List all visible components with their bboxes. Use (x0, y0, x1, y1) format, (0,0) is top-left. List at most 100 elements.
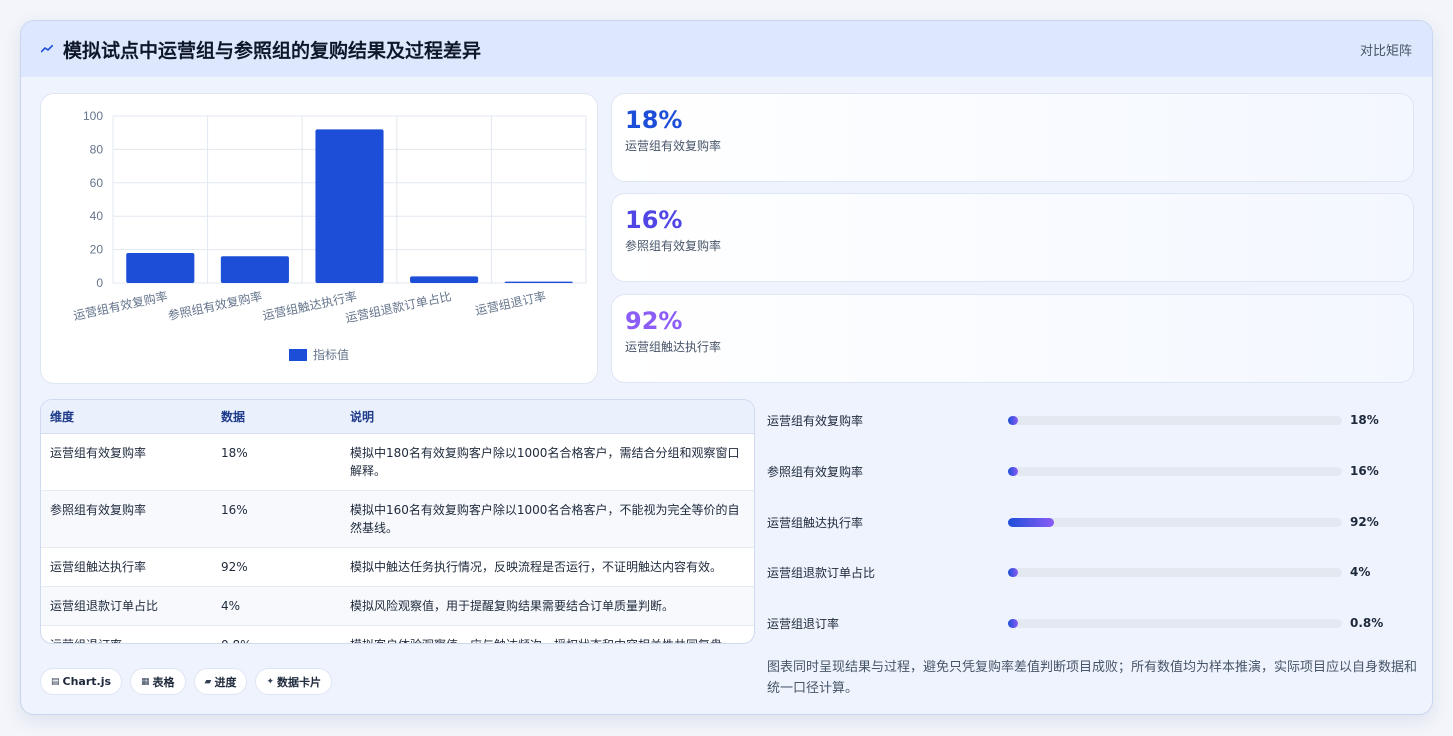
legend-label: 指标值 (313, 347, 349, 362)
chart-icon: ▤ (51, 676, 60, 687)
table-header: 维度 (41, 400, 212, 434)
page-title: 模拟试点中运营组与参照组的复购结果及过程差异 (63, 39, 482, 62)
table-row: 运营组有效复购率 18% 模拟中180名有效复购客户除以1000名合格客户，需结… (41, 433, 754, 491)
title-wrap: 模拟试点中运营组与参照组的复购结果及过程差异 (40, 36, 482, 63)
tag-progress[interactable]: ▰ 进度 (193, 668, 248, 695)
stat-card-ops-reach: 92% 运营组触达执行率 (611, 294, 1414, 383)
progress-fill (1008, 415, 1019, 425)
table-row: 运营组退订率 0.8% 模拟客户体验观察值，应与触达频次、授权状态和内容相关性共… (41, 625, 754, 644)
bar-chart-card: 0 20 40 60 80 100 运营组有效复购率 参照组有效复购率 运营组触达执行率 运营组退… (40, 93, 598, 384)
progress-value: 16% (1350, 464, 1379, 478)
stat-card-ref-repurchase: 16% 参照组有效复购率 (611, 193, 1414, 282)
progress-label: 运营组触达执行率 (767, 515, 864, 530)
table-cell: 模拟风险观察值，用于提醒复购结果需要结合订单质量判断。 (341, 586, 754, 626)
table-row: 参照组有效复购率 16% 模拟中160名有效复购客户除以1000名合格客户，不能… (41, 490, 754, 548)
progress-value: 92% (1350, 515, 1379, 529)
matrix-label[interactable]: 对比矩阵 (1360, 40, 1412, 59)
stat-card-ops-repurchase: 18% 运营组有效复购率 (611, 93, 1414, 182)
table-cell: 模拟中160名有效复购客户除以1000名合格客户，不能视为完全等价的自然基线。 (341, 490, 754, 548)
y-tick-label: 40 (90, 209, 104, 223)
table-cell: 参照组有效复购率 (41, 490, 212, 548)
tag-list: ▤ Chart.js ▦ 表格 ▰ 进度 ✦ 数据卡片 (40, 668, 333, 695)
progress-fill (1008, 517, 1055, 527)
progress-track (1008, 415, 1342, 425)
stat-label: 参照组有效复购率 (625, 239, 722, 253)
progress-fill (1008, 466, 1019, 476)
x-tick-label: 运营组退款订单占比 (344, 288, 453, 325)
tag-chartjs[interactable]: ▤ Chart.js (40, 668, 123, 695)
table-header: 说明 (341, 400, 754, 434)
stat-value: 16% (625, 206, 683, 234)
progress-value: 18% (1350, 413, 1379, 427)
table-cell: 运营组触达执行率 (41, 547, 212, 587)
data-table: 维度 数据 说明 运营组有效复购率 18% 模拟中180名有效复购客户除以100… (41, 400, 754, 644)
tag-label: 表格 (152, 675, 175, 689)
y-tick-label: 60 (90, 176, 104, 190)
table-cell: 16% (212, 490, 341, 548)
table-cell: 0.8% (212, 625, 341, 644)
progress-fill (1008, 618, 1019, 628)
bar (315, 129, 384, 283)
progress-track (1008, 567, 1342, 577)
table-cell: 运营组有效复购率 (41, 433, 212, 491)
data-table-card: 维度 数据 说明 运营组有效复购率 18% 模拟中180名有效复购客户除以100… (40, 399, 755, 644)
stat-value: 92% (625, 307, 683, 335)
progress-value: 4% (1350, 565, 1371, 579)
table-header: 数据 (212, 400, 341, 434)
table-row: 运营组触达执行率 92% 模拟中触达任务执行情况，反映流程是否运行，不证明触达内… (41, 547, 754, 587)
table-cell: 模拟客户体验观察值，应与触达频次、授权状态和内容相关性共同复盘。 (341, 625, 754, 644)
table-cell: 92% (212, 547, 341, 587)
stat-label: 运营组触达执行率 (625, 340, 722, 354)
progress-icon: ▰ (204, 676, 212, 687)
stat-label: 运营组有效复购率 (625, 139, 722, 153)
table-row: 运营组退款订单占比 4% 模拟风险观察值，用于提醒复购结果需要结合订单质量判断。 (41, 586, 754, 626)
progress-row: 运营组退订率 0.8% (767, 613, 1417, 633)
progress-value: 0.8% (1350, 616, 1384, 630)
chart-line-icon (40, 42, 55, 57)
tag-label: 进度 (214, 675, 237, 689)
progress-label: 运营组退款订单占比 (767, 565, 876, 580)
progress-label: 参照组有效复购率 (767, 464, 864, 479)
tag-label: 数据卡片 (277, 675, 322, 689)
comparison-panel: 模拟试点中运营组与参照组的复购结果及过程差异 对比矩阵 0 20 40 60 80 100… (20, 20, 1433, 715)
footnote: 图表同时呈现结果与过程，避免只凭复购率差值判断项目成败；所有数值均为样本推演，实… (767, 660, 1418, 696)
table-header-row: 维度 数据 说明 (41, 400, 754, 434)
y-tick-label: 80 (90, 142, 104, 156)
bar-chart: 020406080100运营组有效复购率参照组有效复购率运营组触达执行率运营组退… (72, 109, 587, 362)
bar (504, 281, 573, 283)
x-tick-label: 运营组有效复购率 (72, 288, 169, 323)
tag-data-cards[interactable]: ✦ 数据卡片 (255, 668, 333, 695)
legend-swatch (289, 349, 307, 361)
sparkle-icon: ✦ (266, 676, 275, 687)
x-tick-label: 运营组退订率 (474, 288, 548, 318)
panel-header: 模拟试点中运营组与参照组的复购结果及过程差异 对比矩阵 (21, 21, 1432, 77)
bar (410, 276, 479, 283)
table-cell: 模拟中触达任务执行情况，反映流程是否运行，不证明触达内容有效。 (341, 547, 754, 587)
tag-table[interactable]: ▦ 表格 (130, 668, 186, 695)
x-tick-label: 运营组触达执行率 (261, 288, 358, 323)
table-cell: 4% (212, 586, 341, 626)
progress-label: 运营组有效复购率 (767, 413, 864, 428)
progress-row: 运营组退款订单占比 4% (767, 562, 1417, 582)
stat-value: 18% (625, 106, 683, 134)
table-cell: 运营组退订率 (41, 625, 212, 644)
y-tick-label: 20 (90, 243, 104, 257)
progress-row: 运营组有效复购率 18% (767, 410, 1417, 430)
progress-label: 运营组退订率 (767, 616, 840, 631)
bar (220, 256, 289, 283)
table-cell: 18% (212, 433, 341, 491)
progress-row: 参照组有效复购率 16% (767, 461, 1417, 481)
progress-track (1008, 466, 1342, 476)
y-tick-label: 100 (83, 109, 103, 123)
progress-track (1008, 618, 1342, 628)
y-tick-label: 0 (96, 276, 103, 290)
table-icon: ▦ (141, 676, 150, 687)
x-tick-label: 参照组有效复购率 (166, 288, 263, 323)
progress-fill (1008, 567, 1019, 577)
progress-track (1008, 517, 1342, 527)
tag-label: Chart.js (62, 675, 112, 688)
bar (126, 252, 195, 283)
table-cell: 模拟中180名有效复购客户除以1000名合格客户，需结合分组和观察窗口解释。 (341, 433, 754, 491)
progress-row: 运营组触达执行率 92% (767, 512, 1417, 532)
table-cell: 运营组退款订单占比 (41, 586, 212, 626)
